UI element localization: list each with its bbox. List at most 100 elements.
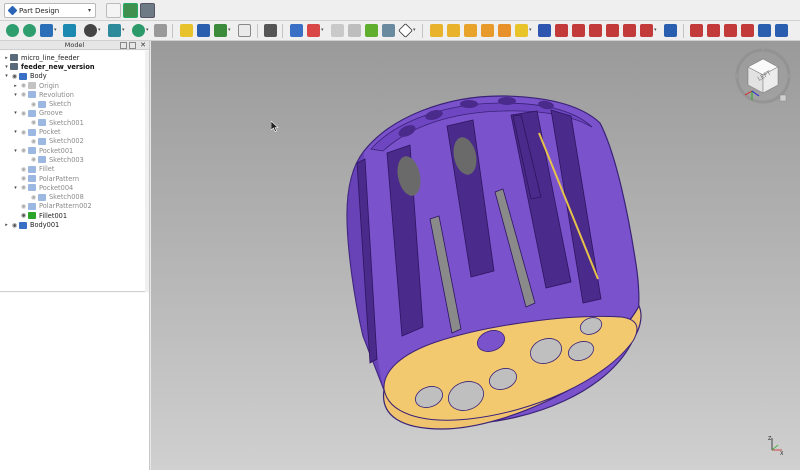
pad-icon[interactable] xyxy=(430,24,443,37)
hidden-eye-icon[interactable]: ◉ xyxy=(19,82,28,89)
shape-binder-icon[interactable] xyxy=(365,24,378,37)
hidden-eye-icon[interactable]: ◉ xyxy=(19,166,28,173)
chevron-down-icon[interactable]: ▾ xyxy=(654,27,657,33)
workbench-selector[interactable]: Part Design ▾ xyxy=(4,3,96,18)
chevron-down-icon[interactable]: ▾ xyxy=(413,27,416,33)
collapse-arrow-icon[interactable]: ▸ xyxy=(12,83,19,89)
fit-selection-icon[interactable] xyxy=(23,24,36,37)
additive-box-icon[interactable] xyxy=(515,24,528,37)
chevron-down-icon[interactable]: ▾ xyxy=(54,27,57,33)
tree-item[interactable]: ◉ Fillet001 xyxy=(12,211,67,220)
tree-item[interactable]: ▸ ◉ Origin xyxy=(12,81,59,90)
expand-arrow-icon[interactable]: ▾ xyxy=(12,92,19,98)
clone-icon[interactable] xyxy=(348,24,361,37)
bounding-box-icon[interactable] xyxy=(63,24,76,37)
chevron-down-icon[interactable]: ▾ xyxy=(122,27,125,33)
groove-icon[interactable] xyxy=(572,24,585,37)
fit-all-icon[interactable] xyxy=(6,24,19,37)
new-document-button[interactable] xyxy=(106,3,121,18)
whats-this-icon[interactable] xyxy=(264,24,277,37)
tree-item[interactable]: ◉ Sketch001 xyxy=(22,118,84,127)
tree-item[interactable]: ▾ ◉ Groove xyxy=(12,109,62,118)
visibility-eye-icon[interactable]: ◉ xyxy=(10,73,19,80)
chevron-down-icon[interactable]: ▾ xyxy=(228,27,231,33)
tree-item[interactable]: ▾ ◉ Body xyxy=(3,72,46,81)
clipping-plane-icon[interactable] xyxy=(154,24,167,37)
tree-item[interactable]: ▸ ◉ Body001 xyxy=(3,220,59,229)
tree-item[interactable]: ◉ PolarPattern002 xyxy=(12,202,92,211)
datum-point-icon[interactable] xyxy=(398,23,413,38)
body-icon[interactable] xyxy=(290,24,303,37)
tree-item[interactable]: ▾ ◉ Revolution xyxy=(12,90,74,99)
stereo-icon[interactable] xyxy=(84,24,97,37)
hidden-eye-icon[interactable]: ◉ xyxy=(29,194,38,201)
collapse-arrow-icon[interactable]: ▸ xyxy=(3,55,10,61)
tree-item[interactable]: ◉ PolarPattern xyxy=(12,174,79,183)
3d-view[interactable]: LEFT Z X xyxy=(151,41,800,470)
expand-arrow-icon[interactable]: ▾ xyxy=(12,148,19,154)
chevron-down-icon[interactable]: ▾ xyxy=(321,27,324,33)
tree-item[interactable]: ▾ ◉ Pocket004 xyxy=(12,183,73,192)
thickness-icon[interactable] xyxy=(741,24,754,37)
sprocket-icon[interactable] xyxy=(775,24,788,37)
subtractive-loft-icon[interactable] xyxy=(589,24,602,37)
save-document-button[interactable] xyxy=(140,3,155,18)
tree-item[interactable]: ◉ Sketch008 xyxy=(22,193,84,202)
hole-icon[interactable] xyxy=(555,24,568,37)
hidden-eye-icon[interactable]: ◉ xyxy=(19,147,28,154)
fillet-icon[interactable] xyxy=(690,24,703,37)
hidden-eye-icon[interactable]: ◉ xyxy=(19,110,28,117)
mirrored-icon[interactable] xyxy=(664,24,677,37)
draft-icon[interactable] xyxy=(724,24,737,37)
hidden-eye-icon[interactable]: ◉ xyxy=(19,203,28,210)
subtractive-helix-icon[interactable] xyxy=(623,24,636,37)
visibility-eye-icon[interactable]: ◉ xyxy=(19,212,28,219)
additive-pipe-icon[interactable] xyxy=(481,24,494,37)
tree-item[interactable]: ▸ micro_line_feeder xyxy=(3,53,79,62)
tree-item[interactable]: ◉ Sketch003 xyxy=(22,155,84,164)
tree-item[interactable]: ▾ ◉ Pocket xyxy=(12,127,60,136)
hidden-eye-icon[interactable]: ◉ xyxy=(19,175,28,182)
boolean-icon[interactable] xyxy=(758,24,771,37)
datum-icon[interactable] xyxy=(382,24,395,37)
revolution-icon[interactable] xyxy=(447,24,460,37)
close-panel-button[interactable]: ✕ xyxy=(140,41,146,50)
chamfer-icon[interactable] xyxy=(707,24,720,37)
expand-arrow-icon[interactable]: ▾ xyxy=(3,73,10,79)
create-part-icon[interactable] xyxy=(180,24,193,37)
navigation-cube[interactable]: LEFT xyxy=(732,45,794,107)
tree-item[interactable]: ◉ Sketch xyxy=(22,100,71,109)
create-group-icon[interactable] xyxy=(197,24,210,37)
expand-arrow-icon[interactable]: ▾ xyxy=(3,64,10,70)
tree-item[interactable]: ◉ Sketch002 xyxy=(22,137,84,146)
additive-loft-icon[interactable] xyxy=(464,24,477,37)
restore-panel-button[interactable] xyxy=(129,42,136,49)
expand-arrow-icon[interactable]: ▾ xyxy=(12,185,19,191)
chevron-down-icon[interactable]: ▾ xyxy=(529,27,532,33)
chevron-down-icon[interactable]: ▾ xyxy=(146,27,149,33)
subtractive-pipe-icon[interactable] xyxy=(606,24,619,37)
hidden-eye-icon[interactable]: ◉ xyxy=(29,156,38,163)
hidden-eye-icon[interactable]: ◉ xyxy=(19,129,28,136)
hidden-eye-icon[interactable]: ◉ xyxy=(29,119,38,126)
pocket-icon[interactable] xyxy=(538,24,551,37)
create-sketch-icon[interactable] xyxy=(307,24,320,37)
hidden-eye-icon[interactable]: ◉ xyxy=(19,184,28,191)
model-tree[interactable]: ▸ micro_line_feeder ▾ feeder_new_version ▾ ◉ B… xyxy=(0,51,149,292)
expand-arrow-icon[interactable]: ▾ xyxy=(12,129,19,135)
macro-icon[interactable] xyxy=(238,24,251,37)
validate-sketch-icon[interactable] xyxy=(331,24,344,37)
draw-style-icon[interactable] xyxy=(40,24,53,37)
subtractive-box-icon[interactable] xyxy=(640,24,653,37)
float-panel-button[interactable] xyxy=(120,42,127,49)
measure-icon[interactable] xyxy=(132,24,145,37)
open-document-button[interactable] xyxy=(123,3,138,18)
additive-helix-icon[interactable] xyxy=(498,24,511,37)
hidden-eye-icon[interactable]: ◉ xyxy=(29,101,38,108)
tree-item[interactable]: ▾ feeder_new_version xyxy=(3,62,94,71)
tree-item[interactable]: ▾ ◉ Pocket001 xyxy=(12,146,73,155)
tree-scrollbar[interactable] xyxy=(145,51,149,292)
hidden-eye-icon[interactable]: ◉ xyxy=(19,91,28,98)
expand-arrow-icon[interactable]: ▾ xyxy=(12,110,19,116)
visibility-eye-icon[interactable]: ◉ xyxy=(10,222,19,229)
